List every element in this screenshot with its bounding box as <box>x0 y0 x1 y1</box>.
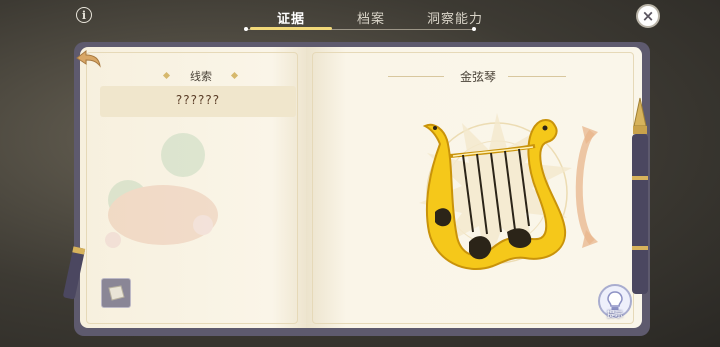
tab-evidence[interactable]: 证据 <box>277 8 305 27</box>
back-arrow-icon[interactable] <box>74 48 102 70</box>
clue-section-title: 线索 <box>190 70 212 83</box>
close-button[interactable]: × <box>636 4 660 28</box>
tab-line-dot-left <box>244 27 248 31</box>
clue-box[interactable]: ?????? <box>100 86 296 117</box>
active-tab-underline <box>250 27 332 30</box>
top-tab-bar: i 证据 档案 洞察能力 × <box>0 0 720 40</box>
info-icon[interactable]: i <box>76 7 92 23</box>
paper-note-icon <box>108 285 125 301</box>
fountain-pen-left-decoration <box>63 246 86 300</box>
clue-value: ?????? <box>175 93 221 107</box>
title-rule-left <box>388 76 444 77</box>
golden-harp-illustration <box>422 119 567 270</box>
hint-label: 提示 <box>607 310 623 319</box>
tab-insight[interactable]: 洞察能力 <box>427 8 483 27</box>
tab-archive[interactable]: 档案 <box>357 8 385 27</box>
rotate-arrows-icon[interactable] <box>568 122 602 252</box>
tab-line-dot-right <box>472 27 476 31</box>
item-name-title: 金弦琴 <box>460 70 497 84</box>
title-rule-right <box>508 76 566 77</box>
fountain-pen-right-decoration <box>632 97 648 294</box>
faded-character-illustration <box>105 133 218 248</box>
evidence-item-slot[interactable] <box>101 278 131 308</box>
